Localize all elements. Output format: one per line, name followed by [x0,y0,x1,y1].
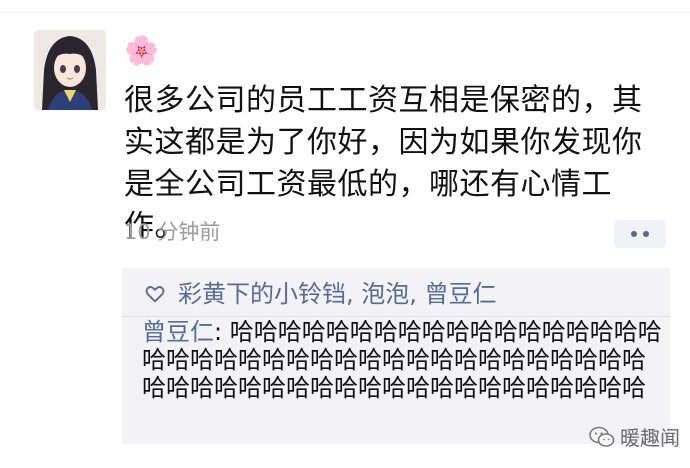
wechat-icon [589,426,615,447]
comment-author[interactable]: 曾豆仁 [142,318,214,346]
watermark-text: 暖趣闻 [620,426,680,450]
watermark: 暖趣闻 [588,422,680,451]
username[interactable]: 🌸 [124,34,159,68]
more-dot-icon [631,231,637,237]
top-divider [0,0,690,13]
post-timestamp: 10 分钟前 [124,220,221,244]
likes-names[interactable]: 彩黄下的小铃铛, 泡泡, 曾豆仁 [178,278,497,310]
comment-separator: : [214,318,230,346]
likes-divider [122,316,670,317]
heart-icon [145,286,165,303]
avatar[interactable] [34,30,106,110]
likes-row: 彩黄下的小铃铛, 泡泡, 曾豆仁 [144,278,497,310]
comment-item[interactable]: 曾豆仁: 哈哈哈哈哈哈哈哈哈哈哈哈哈哈哈哈哈哈哈哈哈哈哈哈哈哈哈哈哈哈哈哈哈哈哈… [142,318,662,402]
more-options-button[interactable] [614,220,666,248]
more-dot-icon [643,231,649,237]
